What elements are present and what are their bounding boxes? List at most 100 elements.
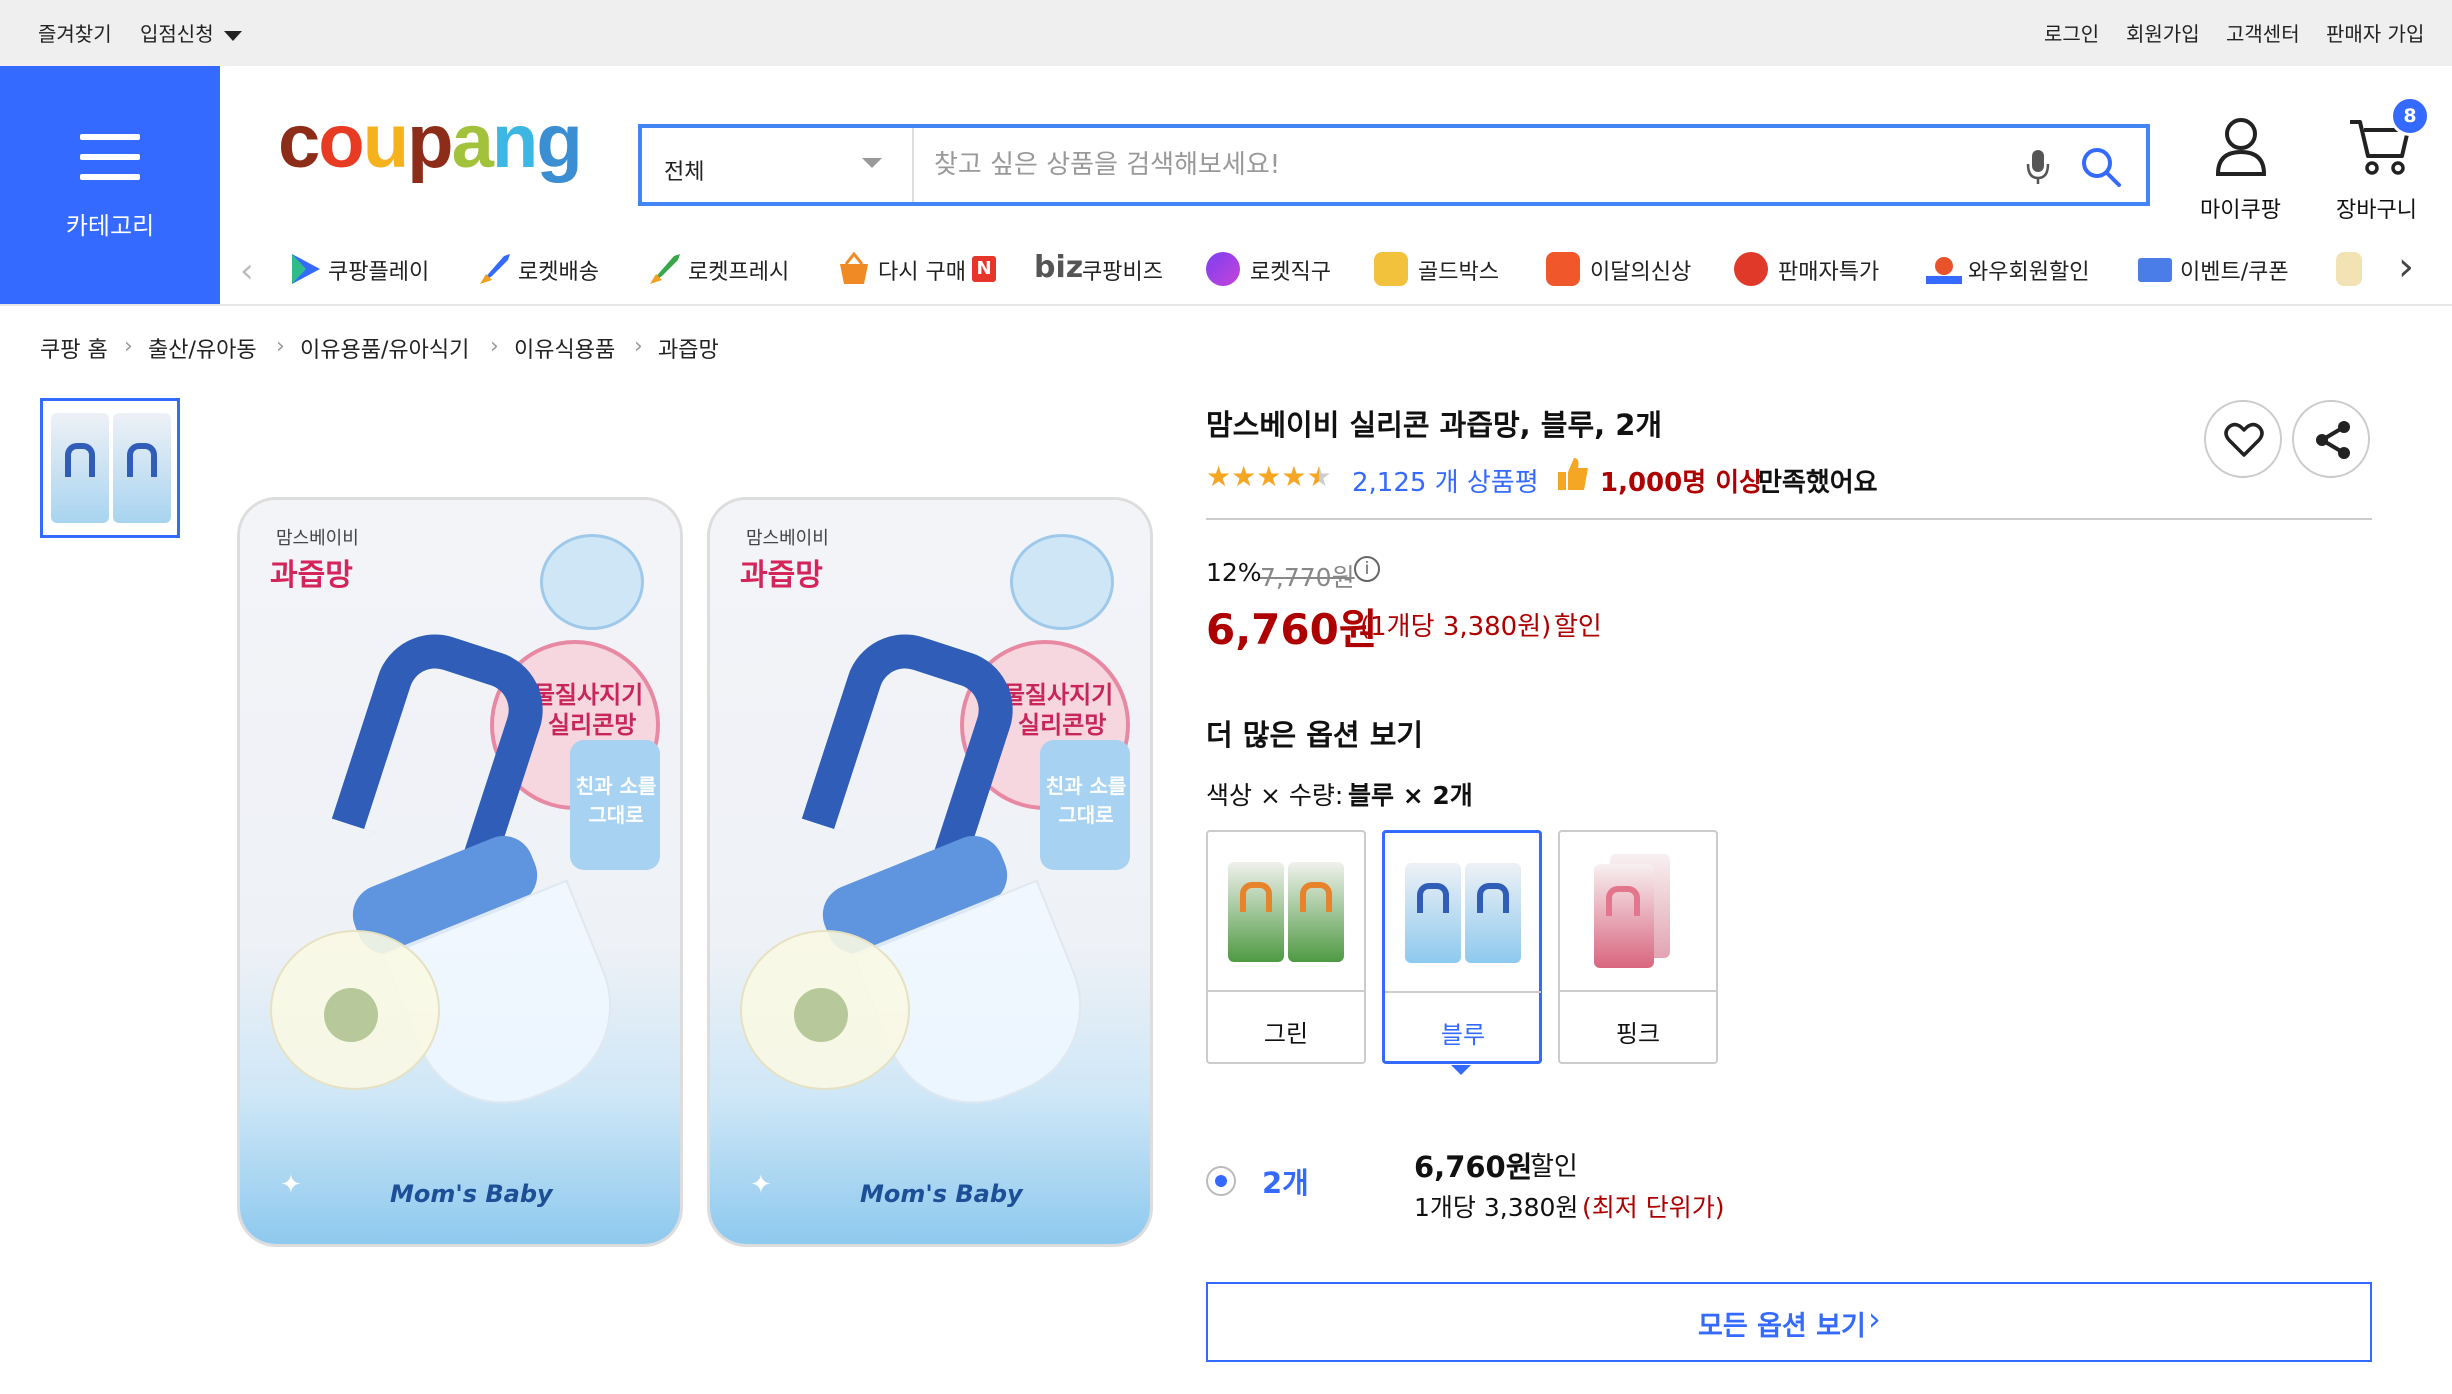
star-icon: ★ (1206, 460, 1232, 493)
satisfaction-label: 만족했어요 (1758, 468, 1878, 498)
search-bar: 전체 (638, 124, 2150, 206)
breadcrumb-item[interactable]: 이유용품/유아식기 (300, 332, 469, 364)
breadcrumb-item[interactable]: 이유식용품 (514, 332, 615, 364)
breadcrumb-item[interactable]: 쿠팡 홈 (40, 332, 108, 364)
utility-bar: 즐겨찾기 입점신청 로그인 회원가입 고객센터 판매자 가입 (0, 0, 2452, 66)
pack-name: 과즙망 (740, 558, 823, 593)
seller-signup-link[interactable]: 판매자 가입 (2326, 18, 2424, 47)
nav-item-coupangplay[interactable]: 쿠팡플레이 (328, 254, 429, 286)
product-title: 맘스베이비 실리콘 과즙망, 블루, 2개 (1206, 408, 1663, 442)
product-thumbnail[interactable] (40, 398, 180, 538)
satisfaction-count: 1,000명 이상 (1600, 468, 1764, 498)
mycoupang-label: 마이쿠팡 (2200, 198, 2281, 223)
wishlist-button[interactable] (2204, 400, 2282, 478)
share-icon (2316, 421, 2350, 459)
nav-item-events[interactable]: 이벤트/쿠폰 (2180, 254, 2289, 286)
quantity-radio[interactable] (1206, 1166, 1236, 1196)
nav-prev-arrow[interactable]: ‹ (240, 254, 254, 288)
option-selected: 블루 × 2개 (1348, 781, 1473, 810)
search-input[interactable] (934, 142, 1934, 188)
divider (1206, 518, 2372, 520)
more-nav-icon (2336, 252, 2362, 286)
review-count-link[interactable]: 2,125 개 상품평 (1352, 462, 1539, 499)
quantity-label[interactable]: 2개 (1262, 1160, 1309, 1202)
option-thumbnail (1574, 846, 1702, 974)
search-scope-select[interactable]: 전체 (642, 128, 914, 202)
goldbox-icon (1374, 252, 1408, 286)
pack-footer: Mom's Baby (860, 1180, 1023, 1208)
category-menu-button[interactable]: 카테고리 (0, 66, 220, 304)
nav-item-wow-discount[interactable]: 와우회원할인 (1968, 254, 2089, 286)
microphone-icon[interactable] (2026, 148, 2050, 186)
new-badge: N (972, 256, 996, 282)
nav-item-rocket-delivery[interactable]: 로켓배송 (518, 254, 599, 286)
all-options-label: 모든 옵션 보기 (1698, 1311, 1866, 1342)
support-link[interactable]: 고객센터 (2226, 18, 2300, 47)
discount-rate: 12% (1206, 558, 1262, 587)
quantity-discount: 할인 (1530, 1152, 1578, 1182)
breadcrumb-separator-icon: › (276, 334, 285, 359)
quantity-unit-price: 1개당 3,380원 (1414, 1193, 1579, 1222)
chevron-right-icon: › (1868, 1300, 1881, 1338)
rebuy-basket-icon (836, 251, 870, 286)
discount-label: 할인 (1554, 612, 1602, 642)
category-label: 카테고리 (65, 212, 155, 240)
option-color-green[interactable]: 그린 (1206, 830, 1366, 1064)
seller-deal-icon (1734, 252, 1768, 286)
info-icon[interactable]: i (1354, 556, 1380, 582)
star-icon: ★ (1281, 460, 1307, 493)
nav-item-rebuy[interactable]: 다시 구매 (878, 254, 966, 286)
header-divider (0, 304, 2452, 306)
rating-stars: ★★★★★ (1206, 460, 1332, 493)
more-options-heading: 더 많은 옵션 보기 (1206, 718, 1424, 752)
biz-logo: biz (1034, 250, 1084, 285)
login-link[interactable]: 로그인 (2044, 18, 2099, 47)
pack-footer: Mom's Baby (390, 1180, 553, 1208)
cart-count-badge: 8 (2390, 96, 2430, 136)
rocket-delivery-icon (476, 252, 510, 286)
product-package: 맘스베이비 과즙망 이물질사지기능 실리콘망 친과 소를 그대로 ✦ Mom's… (240, 500, 680, 1244)
option-thumbnail (1222, 846, 1350, 974)
nav-item-rocket-direct[interactable]: 로켓직구 (1250, 254, 1331, 286)
share-button[interactable] (2292, 400, 2370, 478)
option-color-pink[interactable]: 핑크 (1558, 830, 1718, 1064)
nav-item-goldbox[interactable]: 골드박스 (1418, 254, 1499, 286)
option-color-blue[interactable]: 블루 (1382, 830, 1542, 1075)
pack-name: 과즙망 (270, 558, 353, 593)
breadcrumb-item[interactable]: 과즙망 (658, 332, 719, 364)
star-icon: ★ (1256, 460, 1282, 493)
breadcrumb-separator-icon: › (490, 334, 499, 359)
all-options-button[interactable]: 모든 옵션 보기 › (1206, 1282, 2372, 1362)
breadcrumb-item[interactable]: 출산/유아동 (148, 332, 257, 364)
mycoupang-button[interactable]: 마이쿠팡 (2190, 116, 2290, 226)
nav-item-rocket-fresh[interactable]: 로켓프레시 (688, 254, 789, 286)
pack-bubble-text: 친과 소를 그대로 (575, 774, 657, 827)
option-label: 블루 (1385, 991, 1541, 1065)
nav-item-new-arrivals[interactable]: 이달의신상 (1590, 254, 1691, 286)
chevron-down-icon[interactable] (224, 31, 242, 41)
cart-button[interactable]: 8 장바구니 (2330, 96, 2440, 226)
selected-indicator-icon (1451, 1065, 1471, 1075)
breadcrumb-separator-icon: › (634, 334, 643, 359)
nav-next-arrow[interactable]: › (2398, 247, 2414, 287)
chevron-down-icon (862, 158, 882, 168)
star-icon: ★ (1231, 460, 1257, 493)
original-price: 7,770원 (1260, 563, 1355, 592)
pack-brand: 맘스베이비 (746, 528, 829, 549)
search-icon[interactable] (2080, 146, 2122, 188)
signup-link[interactable]: 회원가입 (2126, 18, 2200, 47)
favorites-link[interactable]: 즐겨찾기 (38, 18, 112, 47)
star-icon: ★ (1306, 460, 1332, 493)
event-coupon-icon (2138, 258, 2172, 282)
product-main-image[interactable]: 맘스베이비 과즙망 이물질사지기능 실리콘망 친과 소를 그대로 ✦ Mom's… (230, 496, 1160, 1256)
rocket-fresh-icon (646, 252, 680, 286)
coupang-logo[interactable]: coupang (278, 104, 583, 180)
nav-item-seller-deal[interactable]: 판매자특가 (1778, 254, 1879, 286)
entry-apply-link[interactable]: 입점신청 (140, 18, 214, 47)
option-label: 그린 (1208, 990, 1364, 1064)
option-prefix: 색상 × 수량: (1206, 781, 1344, 810)
heart-icon (2224, 422, 2264, 457)
unit-price: (1개당 3,380원) (1360, 612, 1552, 642)
nav-item-coupangbiz[interactable]: 쿠팡비즈 (1082, 254, 1163, 286)
pack-brand: 맘스베이비 (276, 528, 359, 549)
